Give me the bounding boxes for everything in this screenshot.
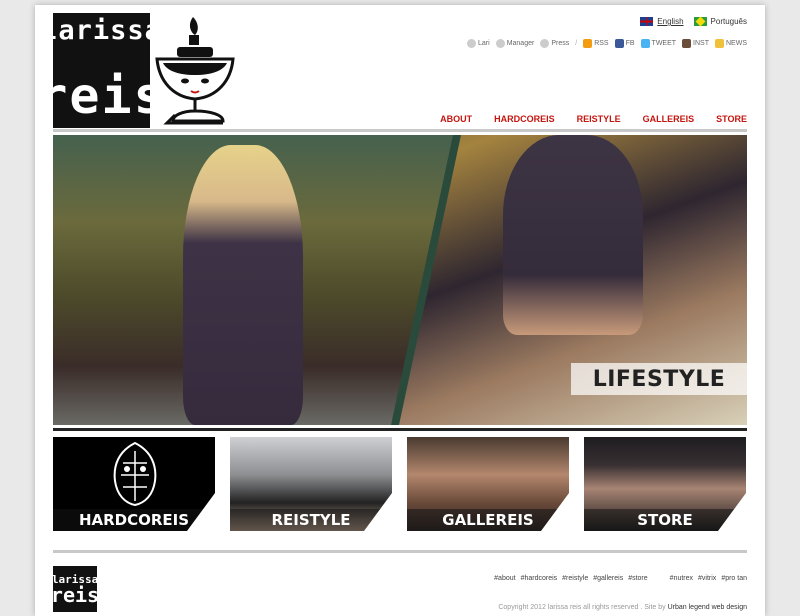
uk-flag-icon <box>640 17 654 26</box>
footer-tag-gallereis[interactable]: #gallereis <box>593 575 623 582</box>
tribal-ornament-icon <box>113 441 157 507</box>
manager-link[interactable]: Manager <box>495 39 534 48</box>
genie-lamp-logo-icon <box>155 17 235 125</box>
divider-slash: / <box>575 40 578 47</box>
nav-gallereis[interactable]: GALLEREIS <box>643 114 695 124</box>
person-figure <box>503 135 643 335</box>
footer-tag-pro-tan[interactable]: #pro tan <box>721 575 747 582</box>
main-nav: ABOUT HARDCOREIS REISTYLE GALLEREIS STOR… <box>440 114 747 124</box>
tile-gallereis[interactable]: GALLEREIS <box>407 437 569 531</box>
tile-store[interactable]: STORE <box>584 437 746 531</box>
nav-store[interactable]: STORE <box>716 114 747 124</box>
brazil-flag-icon <box>693 17 707 26</box>
facebook-icon <box>614 39 624 48</box>
utility-links: Lari Manager Press / RSS FB TWEET INST N… <box>467 39 747 48</box>
footer-divider <box>53 550 747 553</box>
tile-corner <box>187 493 215 531</box>
nav-hardcoreis[interactable]: HARDCOREIS <box>494 114 555 124</box>
page-container: larissa reis English Português Lari Mana… <box>35 5 765 616</box>
footer-tag-reistyle[interactable]: #reistyle <box>562 575 588 582</box>
press-link[interactable]: Press <box>540 39 569 48</box>
nav-about[interactable]: ABOUT <box>440 114 472 124</box>
lari-icon <box>467 39 476 48</box>
rss-link[interactable]: RSS <box>583 39 609 48</box>
footer-tag-nutrex[interactable]: #nutrex <box>670 575 693 582</box>
news-link[interactable]: NEWS <box>715 39 747 48</box>
footer-tag-store[interactable]: #store <box>628 575 647 582</box>
footer-tag-about[interactable]: #about <box>494 575 515 582</box>
footer-tag-hardcoreis[interactable]: #hardcoreis <box>521 575 558 582</box>
footer-tag-vitrix[interactable]: #vitrix <box>698 575 716 582</box>
hero-divider <box>53 428 747 431</box>
news-icon <box>715 39 724 48</box>
tile-hardcoreis[interactable]: HARDCOREIS <box>53 437 215 531</box>
press-icon <box>540 39 550 48</box>
language-switcher: English Português <box>640 17 747 26</box>
header-divider <box>53 129 747 132</box>
hero-caption: LIFESTYLE <box>571 363 747 395</box>
credit-link[interactable]: Urban legend web design <box>668 604 747 611</box>
manager-icon <box>495 39 505 48</box>
tile-reistyle[interactable]: REISTYLE <box>230 437 392 531</box>
instagram-icon <box>682 39 692 48</box>
tile-corner <box>364 493 392 531</box>
person-figure <box>183 145 303 425</box>
hero-banner[interactable]: LIFESTYLE <box>53 135 747 425</box>
instagram-link[interactable]: INST <box>682 39 709 48</box>
twitter-icon <box>640 39 650 48</box>
footer-tags: #about #hardcoreis #reistyle #gallereis … <box>494 575 747 582</box>
facebook-link[interactable]: FB <box>614 39 635 48</box>
logo-line1: larissa <box>41 15 162 46</box>
logo-line2: reis <box>37 67 166 125</box>
brand-logo[interactable]: larissa reis <box>37 13 164 128</box>
rss-icon <box>583 39 593 48</box>
twitter-link[interactable]: TWEET <box>640 39 676 48</box>
tile-corner <box>718 493 746 531</box>
language-portuguese[interactable]: Português <box>693 17 747 26</box>
nav-reistyle[interactable]: REISTYLE <box>577 114 621 124</box>
language-english[interactable]: English <box>640 17 684 26</box>
copyright: Copyright 2012 larissa reis all rights r… <box>498 604 747 611</box>
footer-logo[interactable]: larissa reis <box>51 566 99 612</box>
hero-photo-left <box>53 135 453 425</box>
lari-link[interactable]: Lari <box>467 39 490 48</box>
tile-corner <box>541 493 569 531</box>
